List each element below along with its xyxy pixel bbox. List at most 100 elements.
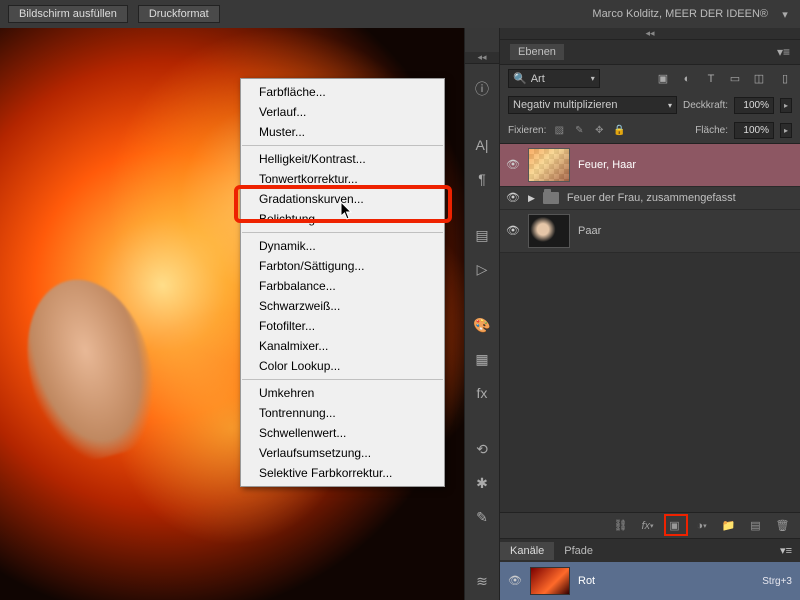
delete-layer-icon[interactable]: 🗑 <box>775 518 790 533</box>
brush-preset-icon[interactable]: ▤ <box>472 226 492 244</box>
channels-tab-bar: Kanäle Pfade ▾≡ <box>500 538 800 562</box>
info-icon[interactable]: ⓘ <box>472 80 492 98</box>
styles-icon[interactable]: ▦ <box>472 350 492 368</box>
menu-item[interactable]: Farbfläche... <box>241 82 444 102</box>
blend-mode-select[interactable]: Negativ multiplizieren ▾ <box>508 96 677 114</box>
brushes-icon[interactable]: ✱ <box>472 474 492 492</box>
right-panels: ◂◂ Ebenen ▾≡ 🔍 ▾ ▣ ◐ T ▭ ◫ ▯ Negativ mu <box>500 28 800 600</box>
play-icon[interactable]: ▷ <box>472 260 492 278</box>
chevron-down-icon: ▾ <box>591 74 595 83</box>
paths-tab[interactable]: Pfade <box>554 542 603 560</box>
menu-item[interactable]: Helligkeit/Kontrast... <box>241 149 444 169</box>
search-icon: 🔍 <box>513 72 527 85</box>
print-format-button[interactable]: Druckformat <box>138 5 220 23</box>
visibility-icon[interactable]: 👁 <box>506 224 520 238</box>
dropdown-icon[interactable]: ▾ <box>778 7 792 21</box>
visibility-icon[interactable]: 👁 <box>506 191 520 205</box>
link-layers-icon[interactable]: ⛓ <box>613 518 628 533</box>
opacity-value[interactable]: 100% <box>734 97 774 114</box>
visibility-icon[interactable]: 👁 <box>508 574 522 588</box>
menu-item[interactable]: Schwellenwert... <box>241 423 444 443</box>
menu-item[interactable]: Schwarzweiß... <box>241 296 444 316</box>
menu-item[interactable]: Fotofilter... <box>241 316 444 336</box>
fill-flyout[interactable]: ▸ <box>780 123 792 138</box>
menu-item[interactable]: Muster... <box>241 122 444 142</box>
channel-shortcut: Strg+3 <box>762 576 792 587</box>
menu-item[interactable]: Verlauf... <box>241 102 444 122</box>
layers-footer: ⛓ fx▾ ▣ ◑▾ 📁 ▤ 🗑 <box>500 512 800 538</box>
lock-transparent-icon[interactable]: ▨ <box>552 124 566 138</box>
collapse-handle[interactable]: ◂◂ <box>500 28 800 40</box>
menu-item[interactable]: Verlaufsumsetzung... <box>241 443 444 463</box>
fx-icon[interactable]: fx <box>472 384 492 402</box>
layer-thumbnail[interactable] <box>528 148 570 182</box>
collapse-handle[interactable]: ◂◂ <box>465 52 499 64</box>
lock-pixels-icon[interactable]: ✎ <box>572 124 586 138</box>
new-layer-icon[interactable]: ▤ <box>748 518 763 533</box>
chevron-down-icon: ▾ <box>668 101 672 110</box>
filter-type-icon[interactable]: T <box>704 72 718 86</box>
layer-filter-select[interactable]: 🔍 ▾ <box>508 69 600 88</box>
filter-shape-icon[interactable]: ▭ <box>728 72 742 86</box>
layer-row[interactable]: 👁 Feuer, Haar <box>500 144 800 187</box>
character-icon[interactable]: A| <box>472 136 492 154</box>
canvas[interactable]: Farbfläche... Verlauf... Muster... Helli… <box>0 28 464 600</box>
properties-icon[interactable]: ≋ <box>472 572 492 590</box>
channel-name[interactable]: Rot <box>578 575 754 587</box>
menu-item[interactable]: Tontrennung... <box>241 403 444 423</box>
menu-item-levels[interactable]: Tonwertkorrektur... <box>241 169 444 189</box>
opacity-label: Deckkraft: <box>683 100 728 111</box>
layers-list: 👁 Feuer, Haar 👁 ▶ Feuer der Frau, zusamm… <box>500 144 800 253</box>
menu-item[interactable]: Gradationskurven... <box>241 189 444 209</box>
fill-label: Fläche: <box>695 125 728 136</box>
swatches-icon[interactable]: 🎨 <box>472 316 492 334</box>
adjustment-layer-icon[interactable]: ◑▾ <box>694 518 709 533</box>
history-icon[interactable]: ⟲ <box>472 440 492 458</box>
panel-menu-icon[interactable]: ▾≡ <box>780 544 800 557</box>
layers-tab[interactable]: Ebenen <box>510 44 564 60</box>
tool-preset-icon[interactable]: ✎ <box>472 508 492 526</box>
blend-mode-value: Negativ multiplizieren <box>513 99 618 111</box>
opacity-flyout[interactable]: ▸ <box>780 98 792 113</box>
layer-mask-icon[interactable]: ▣ <box>667 518 682 533</box>
layer-row[interactable]: 👁 ▶ Feuer der Frau, zusammengefasst <box>500 187 800 210</box>
panel-menu-icon[interactable]: ▾≡ <box>777 45 790 59</box>
menu-item[interactable]: Farbton/Sättigung... <box>241 256 444 276</box>
filter-smart-icon[interactable]: ◫ <box>752 72 766 86</box>
lock-position-icon[interactable]: ✥ <box>592 124 606 138</box>
folder-icon <box>543 192 559 204</box>
menu-item[interactable]: Belichtung... <box>241 209 444 229</box>
filter-pixel-icon[interactable]: ▣ <box>656 72 670 86</box>
layers-empty-area[interactable] <box>500 253 800 512</box>
layer-thumbnail[interactable] <box>528 214 570 248</box>
menu-item[interactable]: Color Lookup... <box>241 356 444 376</box>
filter-adjust-icon[interactable]: ◐ <box>680 72 694 86</box>
layer-row[interactable]: 👁 Paar <box>500 210 800 253</box>
layer-name[interactable]: Feuer, Haar <box>578 159 636 171</box>
menu-item[interactable]: Umkehren <box>241 383 444 403</box>
channels-tab[interactable]: Kanäle <box>500 542 554 560</box>
layer-filter-input[interactable] <box>531 73 587 85</box>
lock-label: Fixieren: <box>508 125 546 136</box>
menu-item[interactable]: Farbbalance... <box>241 276 444 296</box>
menu-item[interactable]: Selektive Farbkorrektur... <box>241 463 444 483</box>
adjustment-layer-menu: Farbfläche... Verlauf... Muster... Helli… <box>240 78 445 487</box>
layer-name[interactable]: Feuer der Frau, zusammengefasst <box>567 192 736 204</box>
fill-value[interactable]: 100% <box>734 122 774 139</box>
layers-tab-bar: Ebenen ▾≡ <box>500 40 800 65</box>
menu-item[interactable]: Dynamik... <box>241 236 444 256</box>
paragraph-icon[interactable]: ¶ <box>472 170 492 188</box>
disclosure-icon[interactable]: ▶ <box>528 193 535 204</box>
menu-item[interactable]: Kanalmixer... <box>241 336 444 356</box>
author-credit: Marco Kolditz, MEER DER IDEEN® <box>592 8 768 20</box>
layer-name[interactable]: Paar <box>578 225 601 237</box>
layer-fx-icon[interactable]: fx▾ <box>640 518 655 533</box>
top-toolbar: Bildschirm ausfüllen Druckformat Marco K… <box>0 0 800 28</box>
visibility-icon[interactable]: 👁 <box>506 158 520 172</box>
fill-screen-button[interactable]: Bildschirm ausfüllen <box>8 5 128 23</box>
channel-row[interactable]: 👁 Rot Strg+3 <box>500 562 800 600</box>
channel-thumbnail[interactable] <box>530 567 570 595</box>
lock-all-icon[interactable]: 🔒 <box>612 124 626 138</box>
new-group-icon[interactable]: 📁 <box>721 518 736 533</box>
filter-toggle-icon[interactable]: ▯ <box>778 72 792 86</box>
